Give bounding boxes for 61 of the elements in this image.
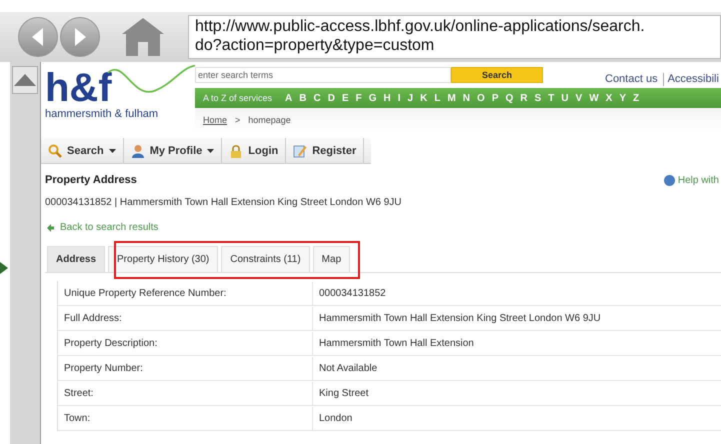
letter-link[interactable]: P: [492, 92, 498, 104]
toolbar-button[interactable]: My Profile: [124, 138, 222, 163]
letter-link[interactable]: F: [356, 92, 362, 104]
field-label: Town:: [58, 407, 313, 430]
field-label: Property Number:: [58, 357, 313, 380]
search-field[interactable]: enter search terms: [195, 67, 451, 83]
letter-link[interactable]: W: [589, 92, 599, 104]
field-value: Not Available: [318, 363, 378, 374]
address-bar[interactable]: http://www.public-access.lbhf.gov.uk/online-applications/search. do?action=property&type=custom: [188, 15, 721, 59]
letter-link[interactable]: Z: [632, 92, 640, 104]
field-label: Street:: [58, 382, 313, 405]
toolbar-button[interactable]: Search: [41, 138, 124, 163]
breadcrumb-current: homepage: [248, 115, 291, 125]
letter-link[interactable]: V: [576, 92, 582, 104]
search-button[interactable]: Search: [451, 67, 543, 83]
logo-subtitle: hammersmith & fulham: [45, 108, 160, 120]
letter-link[interactable]: D: [328, 92, 335, 104]
a-to-z-label: A to Z of services: [203, 93, 272, 103]
breadcrumb-separator: >: [235, 115, 240, 125]
tab[interactable]: Property History (30): [108, 246, 218, 272]
field-value: 000034131852: [318, 288, 386, 299]
help-link[interactable]: Help with: [664, 174, 719, 186]
field-value: King Street: [318, 388, 368, 399]
letter-link[interactable]: N: [462, 92, 470, 104]
field-value: Hammersmith Town Hall Extension: [318, 338, 474, 349]
letter-link[interactable]: G: [368, 92, 377, 104]
letter-link[interactable]: Y: [619, 92, 626, 104]
tab[interactable]: Address: [47, 246, 106, 272]
breadcrumb-link[interactable]: Home: [203, 115, 228, 125]
back-link[interactable]: Back to search results: [47, 222, 721, 233]
letter-link[interactable]: O: [477, 92, 485, 104]
letter-link[interactable]: T: [548, 92, 554, 104]
letter-link[interactable]: L: [434, 92, 440, 104]
letter-link[interactable]: R: [520, 92, 528, 104]
letter-link[interactable]: Q: [505, 92, 514, 104]
accessibility-link[interactable]: Accessibili: [668, 73, 719, 85]
field-label: Property Description:: [58, 332, 313, 355]
field-label: Unique Property Reference Number:: [58, 282, 313, 305]
letter-link[interactable]: M: [447, 92, 456, 104]
field-value: Hammersmith Town Hall Extension King Street London W6 9JU: [318, 313, 601, 324]
letter-link[interactable]: I: [398, 92, 401, 104]
letter-link[interactable]: B: [299, 92, 306, 104]
toolbar-button[interactable]: Register: [286, 138, 364, 163]
letter-link[interactable]: J: [408, 92, 414, 104]
toolbar-button[interactable]: Login: [222, 138, 286, 163]
letter-link[interactable]: E: [342, 92, 349, 104]
letter-link[interactable]: A: [285, 92, 292, 104]
letter-link[interactable]: K: [420, 92, 428, 104]
tab[interactable]: Constraints (11): [221, 246, 310, 272]
contact-link[interactable]: Contact us: [605, 73, 658, 85]
letter-link[interactable]: C: [314, 92, 321, 104]
logo-text[interactable]: h&f: [45, 68, 112, 108]
page-title: Property Address: [45, 174, 137, 186]
field-label: Full Address:: [58, 307, 313, 330]
field-value: London: [318, 413, 352, 424]
tab[interactable]: Map: [312, 246, 350, 272]
property-reference: 000034131852 | Hammersmith Town Hall Extension King Street London W6 9JU: [45, 197, 402, 208]
letter-link[interactable]: U: [561, 92, 569, 104]
letter-link[interactable]: H: [384, 92, 391, 104]
letter-link[interactable]: S: [534, 92, 542, 104]
letter-link[interactable]: X: [606, 92, 612, 104]
